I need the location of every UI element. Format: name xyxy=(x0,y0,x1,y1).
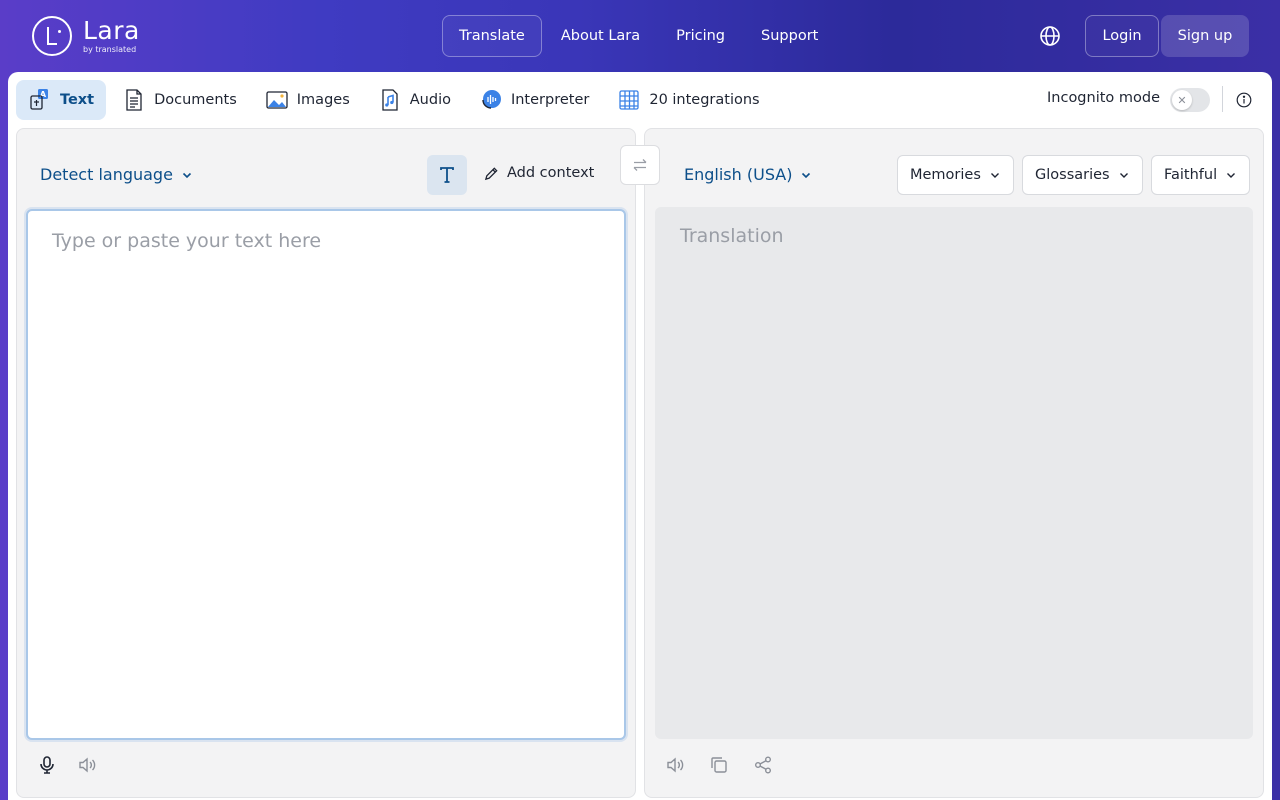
text-format-button[interactable] xyxy=(427,155,467,195)
signup-button[interactable]: Sign up xyxy=(1161,15,1249,57)
translation-placeholder: Translation xyxy=(680,225,784,247)
document-icon xyxy=(126,89,142,111)
nav-translate[interactable]: Translate xyxy=(442,15,542,57)
lara-logo[interactable]: Lara by translated xyxy=(32,16,140,56)
tab-interpreter[interactable]: Interpreter xyxy=(467,80,601,120)
incognito-toggle[interactable]: ✕ xyxy=(1170,88,1210,112)
chevron-down-icon xyxy=(1227,173,1236,178)
tab-integrations-label: 20 integrations xyxy=(649,92,760,108)
source-actions xyxy=(37,755,97,775)
top-navigation-bar: Lara by translated Translate About Lara … xyxy=(0,0,1280,72)
microphone-icon[interactable] xyxy=(37,755,57,775)
add-context-label: Add context xyxy=(507,165,595,181)
speaker-icon[interactable] xyxy=(665,755,685,775)
tab-documents-label: Documents xyxy=(154,92,237,108)
logo-name: Lara xyxy=(83,16,140,45)
integrations-icon xyxy=(619,90,639,110)
translator-card: A Text Documents Images Audio Interprete… xyxy=(8,72,1272,800)
mode-tabs: A Text Documents Images Audio Interprete… xyxy=(16,80,772,120)
nav-pricing[interactable]: Pricing xyxy=(659,15,742,57)
translation-output: Translation xyxy=(655,207,1253,739)
target-language-select[interactable]: English (USA) xyxy=(684,165,812,184)
svg-text:A: A xyxy=(40,90,47,99)
logo-subtitle: by translated xyxy=(83,45,137,54)
main-nav: Translate About Lara Pricing Support xyxy=(442,15,835,57)
style-dropdown[interactable]: Faithful xyxy=(1151,155,1251,195)
interpreter-icon xyxy=(482,90,501,109)
nav-support[interactable]: Support xyxy=(744,15,835,57)
tab-documents[interactable]: Documents xyxy=(110,80,249,120)
tab-images-label: Images xyxy=(296,92,350,108)
source-panel: Detect language Add context xyxy=(16,128,636,798)
lara-logo-mark-icon xyxy=(32,16,72,56)
chevron-down-icon xyxy=(990,173,999,178)
target-actions xyxy=(665,755,773,775)
pencil-icon xyxy=(484,166,498,180)
source-language-label: Detect language xyxy=(40,165,173,184)
info-icon[interactable] xyxy=(1236,92,1252,108)
target-language-label: English (USA) xyxy=(684,165,793,184)
tab-text[interactable]: A Text xyxy=(16,80,107,120)
audio-file-icon xyxy=(382,89,398,111)
tab-interpreter-label: Interpreter xyxy=(510,92,590,108)
tab-integrations[interactable]: 20 integrations xyxy=(605,80,771,120)
swap-arrows-icon xyxy=(633,159,647,171)
style-label: Faithful xyxy=(1164,167,1218,183)
tab-text-label: Text xyxy=(60,92,95,108)
glossaries-label: Glossaries xyxy=(1035,167,1110,183)
image-icon xyxy=(266,91,288,109)
source-language-select[interactable]: Detect language xyxy=(40,165,193,184)
copy-icon[interactable] xyxy=(709,755,729,775)
tab-audio-label: Audio xyxy=(409,92,451,108)
globe-icon[interactable] xyxy=(1038,24,1062,48)
source-text-input[interactable] xyxy=(26,209,626,740)
tab-images[interactable]: Images xyxy=(253,80,362,120)
chevron-down-icon xyxy=(1119,173,1128,178)
tab-audio[interactable]: Audio xyxy=(366,80,463,120)
add-context-button[interactable]: Add context xyxy=(484,165,594,181)
memories-label: Memories xyxy=(910,167,981,183)
target-panel: English (USA) Memories Glossaries Faithf… xyxy=(644,128,1264,798)
share-icon[interactable] xyxy=(753,755,773,775)
text-format-icon xyxy=(440,167,454,183)
divider xyxy=(1222,86,1223,112)
chevron-down-icon xyxy=(802,172,811,178)
close-icon: ✕ xyxy=(1172,90,1192,110)
swap-languages-button[interactable] xyxy=(620,145,660,185)
glossaries-dropdown[interactable]: Glossaries xyxy=(1022,155,1143,195)
memories-dropdown[interactable]: Memories xyxy=(897,155,1014,195)
nav-about-lara[interactable]: About Lara xyxy=(544,15,657,57)
incognito-label: Incognito mode xyxy=(1047,90,1161,106)
login-button[interactable]: Login xyxy=(1085,15,1159,57)
text-translate-icon: A xyxy=(30,89,48,110)
chevron-down-icon xyxy=(182,172,192,178)
speaker-icon[interactable] xyxy=(77,755,97,775)
